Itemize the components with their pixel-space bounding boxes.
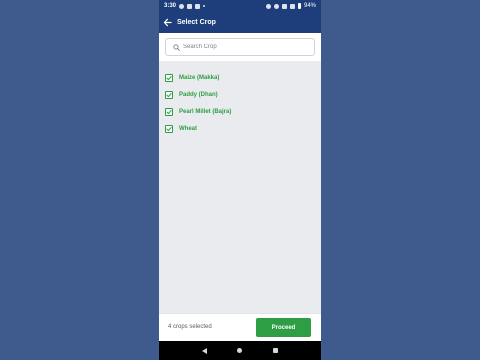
search-section: [159, 33, 321, 61]
eye-icon: [273, 3, 279, 9]
search-box[interactable]: [165, 38, 315, 56]
crop-checkbox[interactable]: [165, 73, 173, 82]
page-title: Select Crop: [177, 19, 216, 26]
checkmark-icon: [166, 126, 172, 131]
battery-percent: 94%: [303, 3, 316, 9]
checkmark-icon: [166, 109, 172, 114]
crop-item[interactable]: Wheat: [165, 120, 315, 137]
crop-checkbox[interactable]: [165, 124, 173, 133]
crop-checkbox[interactable]: [165, 107, 173, 116]
crop-item[interactable]: Pearl Millet (Bajra): [165, 103, 315, 120]
message-icon: [187, 3, 193, 9]
signal-lte-icon: [281, 3, 287, 9]
bottom-bar: 4 crops selected Proceed: [159, 313, 321, 342]
sync-icon: [179, 3, 185, 9]
crop-item[interactable]: Maize (Makka): [165, 69, 315, 86]
system-nav-bar: [159, 341, 321, 360]
crop-item[interactable]: Paddy (Dhan): [165, 86, 315, 103]
crop-label: Maize (Makka): [179, 74, 220, 81]
back-button[interactable]: [159, 12, 175, 33]
dot-icon: [203, 5, 206, 7]
search-input[interactable]: [183, 44, 303, 50]
crop-label: Wheat: [179, 125, 197, 132]
arrow-left-icon: [163, 18, 172, 27]
crop-checkbox[interactable]: [165, 90, 173, 99]
search-icon: [169, 43, 183, 51]
location-icon: [265, 3, 271, 9]
checkmark-icon: [166, 75, 172, 80]
crop-list: Maize (Makka) Paddy (Dhan) Pearl Millet …: [165, 69, 315, 137]
gallery-icon: [195, 3, 201, 9]
status-left: 3:30: [164, 3, 206, 9]
status-time: 3:30: [164, 3, 177, 9]
checkmark-icon: [166, 92, 172, 97]
proceed-button[interactable]: Proceed: [256, 318, 311, 337]
selected-count-text: 4 crops selected: [168, 324, 212, 330]
wifi-icon: [289, 3, 295, 9]
crop-label: Paddy (Dhan): [179, 91, 218, 98]
phone-screen: 3:30 94% Select Crop Search Crop Maize (…: [159, 0, 321, 360]
status-bar: 3:30 94%: [159, 0, 321, 12]
recents-nav-icon[interactable]: [272, 348, 278, 353]
back-nav-icon[interactable]: [202, 347, 208, 354]
status-right: 94%: [265, 3, 316, 9]
crop-label: Pearl Millet (Bajra): [179, 108, 232, 115]
home-nav-icon[interactable]: [237, 348, 243, 353]
app-bar: Select Crop: [159, 12, 321, 33]
battery-icon: [297, 3, 301, 9]
